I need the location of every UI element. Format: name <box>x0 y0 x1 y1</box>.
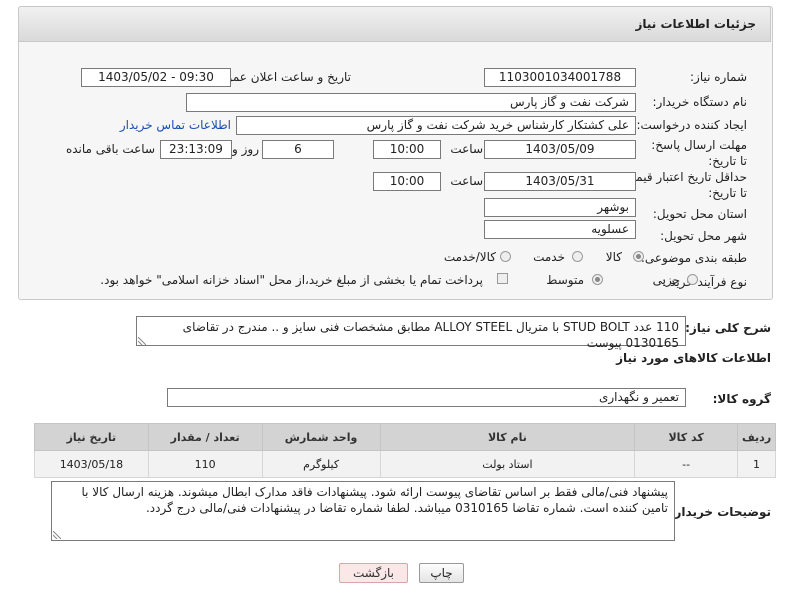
need-number-field: 1103001034001788 <box>484 68 636 87</box>
announce-datetime-field: 1403/05/02 - 09:30 <box>81 68 231 87</box>
cell-code: -- <box>634 450 739 478</box>
buyer-contact-link[interactable]: اطلاعات تماس خریدار <box>120 118 231 132</box>
col-row: ردیف <box>737 423 776 451</box>
min-validity-time-field: 10:00 <box>373 172 441 191</box>
col-unit: واحد شمارش <box>261 423 381 451</box>
process-option-minor: جزیی <box>652 273 680 287</box>
cell-name: استاد بولت <box>379 450 636 478</box>
deadline-time-label: ساعت <box>450 142 483 156</box>
buyer-org-field: شرکت نفت و گاز پارس <box>186 93 636 112</box>
buyer-notes-text: پیشنهاد فنی/مالی فقط بر اساس تقاضای پیوس… <box>81 485 669 515</box>
treasury-payment-checkbox[interactable] <box>497 273 508 284</box>
city-field: عسلویه <box>484 220 636 239</box>
process-option-medium: متوسط <box>546 273 584 287</box>
back-button[interactable]: بازگشت <box>339 563 408 583</box>
remaining-time-field: 23:13:09 <box>160 140 232 159</box>
goods-section-title: اطلاعات کالاهای مورد نیاز <box>616 351 771 365</box>
category-radio-goods[interactable] <box>633 251 644 262</box>
category-option-service: خدمت <box>533 250 565 264</box>
category-radio-goods-service[interactable] <box>500 251 511 262</box>
province-field: بوشهر <box>484 198 636 217</box>
panel-header: جزئیات اطلاعات نیاز <box>18 6 771 42</box>
goods-table-header: ردیف کد کالا نام کالا واحد شمارش تعداد /… <box>34 423 776 451</box>
category-option-goods-service: کالا/خدمت <box>443 250 496 264</box>
goods-table: ردیف کد کالا نام کالا واحد شمارش تعداد /… <box>34 423 776 478</box>
col-date: تاریخ نیاز <box>34 423 149 451</box>
cell-unit: کیلوگرم <box>261 450 381 478</box>
buyer-notes-label: توضیحات خریدار: <box>669 505 771 519</box>
announce-datetime-value: 1403/05/02 - 09:30 <box>98 70 214 84</box>
buyer-org-label: نام دستگاه خریدار: <box>652 95 748 109</box>
city-label: شهر محل تحویل: <box>660 229 747 243</box>
min-validity-label: حداقل تاریخ اعتبار قیمت: تا تاریخ: <box>620 170 747 200</box>
col-qty: تعداد / مقدار <box>147 423 263 451</box>
col-code: کد کالا <box>634 423 739 451</box>
resize-handle-icon[interactable] <box>138 337 146 345</box>
table-row: 1 -- استاد بولت کیلوگرم 110 1403/05/18 <box>34 450 776 478</box>
deadline-time-field: 10:00 <box>373 140 441 159</box>
category-radio-service[interactable] <box>572 251 583 262</box>
treasury-payment-note: پرداخت تمام یا بخشی از مبلغ خرید،از محل … <box>100 273 483 287</box>
process-radio-medium[interactable] <box>592 274 603 285</box>
cell-row: 1 <box>737 450 776 478</box>
requester-field: علی کشتکار کارشناس خرید شرکت نفت و گاز پ… <box>236 116 636 135</box>
cell-qty: 110 <box>147 450 263 478</box>
category-label: طبقه بندی موضوعی: <box>640 251 747 265</box>
summary-text: 110 عدد STUD BOLT با متریال ALLOY STEEL … <box>182 320 679 350</box>
remaining-time-label: ساعت باقی مانده <box>65 142 155 156</box>
province-label: استان محل تحویل: <box>652 207 747 221</box>
notes-resize-handle-icon[interactable] <box>53 531 61 539</box>
deadline-days-label: روز و <box>232 142 259 156</box>
page-title: جزئیات اطلاعات نیاز <box>635 17 756 31</box>
deadline-date-field: 1403/05/09 <box>484 140 636 159</box>
need-number-label: شماره نیاز: <box>690 70 747 84</box>
buyer-notes-field: پیشنهاد فنی/مالی فقط بر اساس تقاضای پیوس… <box>51 481 675 541</box>
deadline-label: مهلت ارسال پاسخ: تا تاریخ: <box>651 138 747 168</box>
print-button[interactable]: چاپ <box>419 563 464 583</box>
summary-label: شرح کلی نیاز: <box>685 321 771 335</box>
min-validity-time-label: ساعت <box>450 174 483 188</box>
min-validity-date-field: 1403/05/31 <box>484 172 636 191</box>
process-radio-minor[interactable] <box>687 274 698 285</box>
cell-date: 1403/05/18 <box>34 450 149 478</box>
category-option-goods: کالا <box>605 250 622 264</box>
goods-group-field: تعمیر و نگهداری <box>167 388 686 407</box>
goods-group-label: گروه کالا: <box>712 392 771 406</box>
requester-label: ایجاد کننده درخواست: <box>636 118 747 132</box>
summary-field: 110 عدد STUD BOLT با متریال ALLOY STEEL … <box>136 316 686 350</box>
deadline-days-field: 6 <box>262 140 334 159</box>
col-name: نام کالا <box>379 423 636 451</box>
